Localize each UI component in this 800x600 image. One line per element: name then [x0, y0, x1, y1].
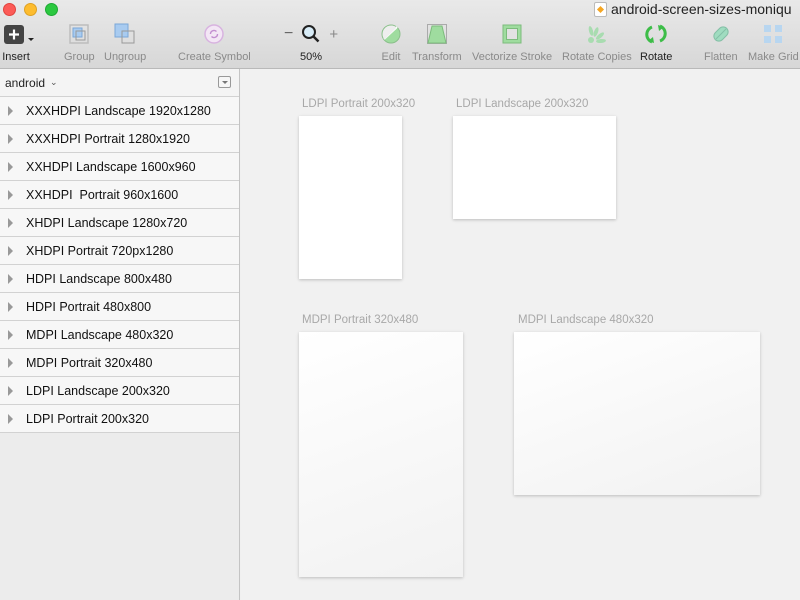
zoom-level: 50%: [300, 51, 323, 63]
layer-label: XHDPI Landscape 1280x720: [26, 215, 188, 230]
grid-icon: [764, 25, 783, 43]
document-title-text: android-screen-sizes-moniqu: [611, 1, 792, 17]
page-name: android: [5, 75, 46, 90]
layer-item[interactable]: MDPI Landscape 480x320: [0, 321, 239, 349]
layer-item[interactable]: LDPI Landscape 200x320: [0, 377, 239, 405]
layer-item[interactable]: XXHDPI Landscape 1600x960: [0, 153, 239, 181]
layer-list: XXXHDPI Landscape 1920x1280 XXXHDPI Port…: [0, 97, 239, 433]
layer-label: MDPI Portrait 320x480: [26, 355, 153, 370]
zoom-window-button[interactable]: [45, 3, 58, 16]
ungroup-button[interactable]: Ungroup: [104, 22, 146, 63]
canvas[interactable]: LDPI Portrait 200x320 LDPI Landscape 200…: [241, 69, 800, 600]
layer-label: HDPI Landscape 800x480: [26, 271, 172, 286]
group-label: Group: [64, 51, 95, 63]
layer-item[interactable]: XXHDPI Portrait 960x1600: [0, 181, 239, 209]
artboard-mdpi-portrait[interactable]: [299, 332, 463, 577]
page-selector[interactable]: android ⌄: [0, 69, 239, 97]
layer-item[interactable]: MDPI Portrait 320x480: [0, 349, 239, 377]
magnifier-icon[interactable]: [301, 24, 321, 44]
disclosure-triangle-icon[interactable]: [8, 217, 13, 228]
flatten-label: Flatten: [704, 51, 738, 63]
make-grid-button[interactable]: Make Grid: [748, 22, 799, 63]
transform-label: Transform: [412, 51, 462, 63]
layer-item[interactable]: XXXHDPI Portrait 1280x1920: [0, 125, 239, 153]
ungroup-icon: [114, 23, 135, 44]
layer-item[interactable]: XXXHDPI Landscape 1920x1280: [0, 97, 239, 125]
toolbar: android-screen-sizes-moniqu Insert Group…: [0, 0, 800, 69]
zoom-out-button[interactable]: −: [284, 25, 293, 43]
layer-item[interactable]: XHDPI Landscape 1280x720: [0, 209, 239, 237]
artboard-title[interactable]: MDPI Portrait 320x480: [302, 314, 418, 326]
disclosure-triangle-icon[interactable]: [8, 189, 13, 200]
layer-item[interactable]: HDPI Portrait 480x800: [0, 293, 239, 321]
disclosure-triangle-icon[interactable]: [8, 245, 13, 256]
rotate-label: Rotate: [640, 51, 673, 63]
chevron-down-icon: ⌄: [50, 77, 58, 87]
layer-label: XXHDPI Landscape 1600x960: [26, 159, 196, 174]
disclosure-triangle-icon[interactable]: [8, 329, 13, 340]
disclosure-triangle-icon[interactable]: [8, 413, 13, 424]
create-symbol-label: Create Symbol: [178, 51, 251, 63]
layer-label: MDPI Landscape 480x320: [26, 327, 174, 342]
layer-label: XHDPI Portrait 720px1280: [26, 243, 174, 258]
zoom-control: − + 50%: [284, 22, 338, 63]
document-title: android-screen-sizes-moniqu: [594, 1, 792, 17]
flatten-button[interactable]: Flatten: [704, 22, 738, 63]
transform-button[interactable]: Transform: [412, 22, 462, 63]
disclosure-triangle-icon[interactable]: [8, 105, 13, 116]
rotate-copies-icon: [587, 26, 606, 44]
layer-label: LDPI Portrait 200x320: [26, 411, 149, 426]
make-grid-label: Make Grid: [748, 51, 799, 63]
layers-sidebar: android ⌄ XXXHDPI Landscape 1920x1280 XX…: [0, 69, 240, 600]
vectorize-stroke-icon: [502, 24, 522, 44]
edit-icon: [381, 24, 401, 44]
layer-item[interactable]: HDPI Landscape 800x480: [0, 265, 239, 293]
disclosure-triangle-icon[interactable]: [8, 161, 13, 172]
disclosure-triangle-icon[interactable]: [8, 273, 13, 284]
layer-item[interactable]: LDPI Portrait 200x320: [0, 405, 239, 433]
group-icon: [69, 24, 90, 44]
sketch-document-icon: [594, 1, 607, 17]
edit-label: Edit: [381, 51, 401, 63]
window-controls: [3, 3, 58, 16]
layer-label: XXXHDPI Landscape 1920x1280: [26, 103, 211, 118]
layer-label: XXHDPI Portrait 960x1600: [26, 187, 179, 202]
create-symbol-button[interactable]: Create Symbol: [178, 22, 251, 63]
edit-button[interactable]: Edit: [380, 22, 402, 63]
group-button[interactable]: Group: [64, 22, 95, 63]
symbol-icon: [204, 24, 225, 44]
vectorize-stroke-label: Vectorize Stroke: [472, 51, 553, 63]
artboard-ldpi-landscape[interactable]: [453, 116, 616, 219]
zoom-in-button[interactable]: +: [329, 26, 338, 43]
insert-label: Insert: [2, 51, 30, 63]
insert-button[interactable]: Insert: [2, 22, 34, 63]
collapse-pages-icon[interactable]: [218, 76, 231, 88]
vectorize-stroke-button[interactable]: Vectorize Stroke: [472, 22, 552, 63]
rotate-icon: [645, 24, 667, 44]
layer-item[interactable]: XHDPI Portrait 720px1280: [0, 237, 239, 265]
close-window-button[interactable]: [3, 3, 16, 16]
rotate-button[interactable]: Rotate: [640, 22, 672, 63]
disclosure-triangle-icon[interactable]: [8, 357, 13, 368]
artboard-ldpi-portrait[interactable]: [299, 116, 402, 279]
transform-icon: [426, 24, 447, 44]
layer-label: XXXHDPI Portrait 1280x1920: [26, 131, 190, 146]
minimize-window-button[interactable]: [24, 3, 37, 16]
disclosure-triangle-icon[interactable]: [8, 133, 13, 144]
flatten-icon: [713, 26, 729, 42]
rotate-copies-button[interactable]: Rotate Copies: [562, 22, 632, 63]
layer-label: LDPI Landscape 200x320: [26, 383, 170, 398]
layer-label: HDPI Portrait 480x800: [26, 299, 152, 314]
plus-icon: [4, 25, 34, 44]
sketch-window: android-screen-sizes-moniqu Insert Group…: [0, 0, 800, 600]
artboard-mdpi-landscape[interactable]: [514, 332, 760, 495]
ungroup-label: Ungroup: [104, 51, 147, 63]
rotate-copies-label: Rotate Copies: [562, 51, 632, 63]
artboard-title[interactable]: MDPI Landscape 480x320: [518, 314, 654, 326]
disclosure-triangle-icon[interactable]: [8, 301, 13, 312]
artboard-title[interactable]: LDPI Landscape 200x320: [456, 98, 588, 110]
artboard-title[interactable]: LDPI Portrait 200x320: [302, 98, 415, 110]
disclosure-triangle-icon[interactable]: [8, 385, 13, 396]
